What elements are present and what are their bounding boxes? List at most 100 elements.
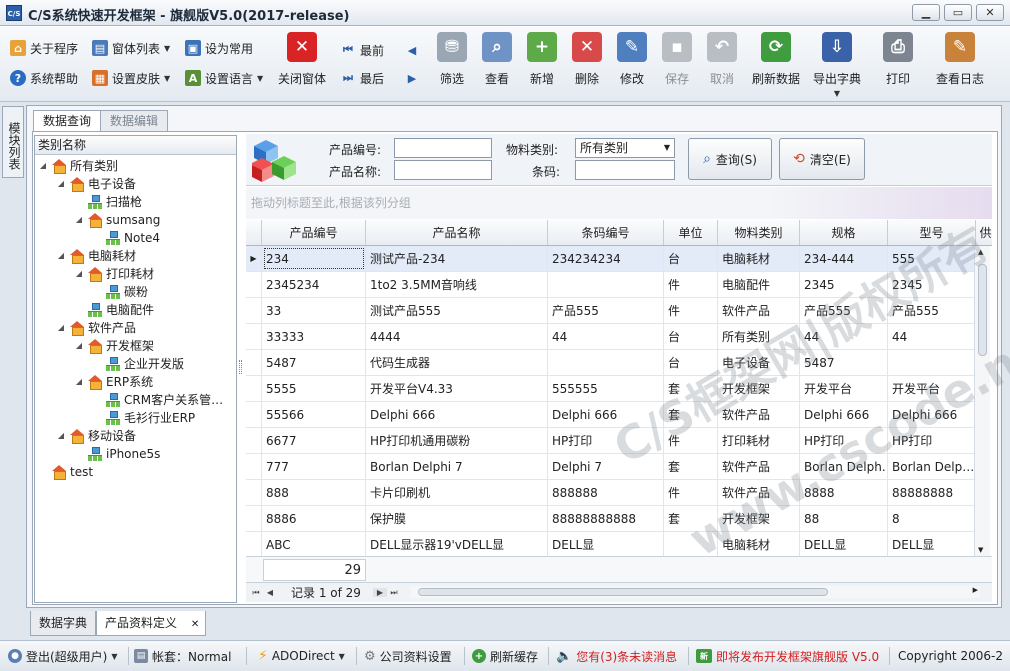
expand-arrow-icon[interactable]: ◢: [56, 319, 66, 337]
table-cell[interactable]: Borlan Delph…: [800, 454, 888, 479]
table-cell[interactable]: 开发平台V4.33: [366, 376, 548, 401]
tree-node[interactable]: 企业开发版: [92, 355, 184, 373]
skin-button[interactable]: ▦ 设置皮肤 ▼: [92, 68, 170, 88]
table-cell[interactable]: 软件产品: [718, 298, 800, 323]
about-button[interactable]: ⌂ 关于程序: [10, 38, 78, 58]
table-cell[interactable]: Delphi 666: [888, 402, 976, 427]
tree-node[interactable]: ◢ 软件产品: [56, 319, 136, 337]
tree-node[interactable]: ◢ ERP系统: [74, 373, 153, 391]
maximize-button[interactable]: ▭: [944, 4, 972, 21]
table-cell[interactable]: 件: [664, 272, 718, 297]
tab-data-dictionary[interactable]: 数据字典: [30, 611, 97, 636]
table-cell[interactable]: 234234234: [548, 246, 664, 271]
grid-vertical-scrollbar[interactable]: ▲ ▼: [974, 246, 990, 556]
clear-button[interactable]: ⟲ 清空(E): [779, 138, 865, 180]
table-cell[interactable]: 555: [888, 246, 976, 271]
close-window-button[interactable]: ✕: [976, 4, 1004, 21]
table-cell[interactable]: 5555: [262, 376, 366, 401]
table-cell[interactable]: 电脑配件: [718, 272, 800, 297]
table-cell[interactable]: 套: [664, 454, 718, 479]
table-cell[interactable]: 产品555: [800, 298, 888, 323]
table-cell[interactable]: 软件产品: [718, 454, 800, 479]
table-cell[interactable]: 测试产品-234: [366, 246, 548, 271]
table-cell[interactable]: DELL显示器19'vDELL显: [366, 532, 548, 556]
last-record-button[interactable]: ⏭ 最后: [340, 68, 384, 88]
tree-node[interactable]: Note4: [92, 229, 160, 247]
expand-arrow-icon[interactable]: ◢: [74, 337, 84, 355]
table-cell[interactable]: 888: [262, 480, 366, 505]
table-cell[interactable]: Borlan Delp…: [888, 454, 976, 479]
table-cell[interactable]: 44: [800, 324, 888, 349]
table-cell[interactable]: 保护膜: [366, 506, 548, 531]
tab-close-icon[interactable]: ✕: [191, 619, 199, 630]
view-log-button[interactable]: ✎ 查看日志: [932, 32, 988, 96]
table-cell[interactable]: 产品555: [548, 298, 664, 323]
next-record-button[interactable]: ▶: [404, 68, 420, 88]
nav-next-icon[interactable]: ▶: [373, 588, 387, 597]
table-cell[interactable]: 件: [664, 298, 718, 323]
table-cell[interactable]: 台: [664, 350, 718, 375]
table-cell[interactable]: 8886: [262, 506, 366, 531]
table-row[interactable]: 33333 4444 44 台所有类别 44 44: [246, 324, 976, 350]
expand-arrow-icon[interactable]: ◢: [74, 265, 84, 283]
close-form-button[interactable]: ✕ 关闭窗体: [276, 32, 328, 96]
print-button[interactable]: ⎙ 打印: [872, 32, 924, 96]
table-cell[interactable]: [888, 350, 976, 375]
expand-arrow-icon[interactable]: ◢: [56, 175, 66, 193]
product-name-input[interactable]: [394, 160, 492, 180]
nav-first-icon[interactable]: ⏮: [249, 588, 263, 598]
tree-node[interactable]: ◢ sumsang: [74, 211, 160, 229]
table-cell[interactable]: 4444: [366, 324, 548, 349]
table-cell[interactable]: 电脑耗材: [718, 532, 800, 556]
table-cell[interactable]: HP打印: [548, 428, 664, 453]
table-cell[interactable]: 开发平台: [800, 376, 888, 401]
table-cell[interactable]: 44: [548, 324, 664, 349]
table-cell[interactable]: 88888888888: [548, 506, 664, 531]
table-cell[interactable]: 电脑耗材: [718, 246, 800, 271]
table-cell[interactable]: Delphi 666: [548, 402, 664, 427]
table-cell[interactable]: 8: [888, 506, 976, 531]
table-cell[interactable]: 套: [664, 506, 718, 531]
export-button[interactable]: ⇩ 导出字典 ▼: [808, 32, 866, 98]
refresh-button[interactable]: ⟳ 刷新数据: [748, 32, 804, 96]
table-cell[interactable]: 电子设备: [718, 350, 800, 375]
table-cell[interactable]: DELL显: [548, 532, 664, 556]
hscroll-thumb[interactable]: [418, 588, 828, 596]
query-button[interactable]: ⌕ 查询(S): [688, 138, 772, 180]
column-header[interactable]: 规格: [800, 220, 888, 245]
table-cell[interactable]: 5487: [800, 350, 888, 375]
table-cell[interactable]: 卡片印刷机: [366, 480, 548, 505]
barcode-input[interactable]: [575, 160, 675, 180]
table-row[interactable]: ▶ 234 测试产品-234 234234234 台电脑耗材 234-444 555: [246, 246, 976, 272]
tree-node[interactable]: ◢ 电脑耗材: [56, 247, 136, 265]
table-cell[interactable]: [548, 350, 664, 375]
table-cell[interactable]: 888888: [548, 480, 664, 505]
table-cell[interactable]: 44: [888, 324, 976, 349]
table-row[interactable]: 5487 代码生成器台电子设备 5487: [246, 350, 976, 376]
table-cell[interactable]: HP打印: [800, 428, 888, 453]
table-row[interactable]: 55566 Delphi 666 Delphi 666 套软件产品 Delphi 666…: [246, 402, 976, 428]
table-cell[interactable]: 开发平台: [888, 376, 976, 401]
table-cell[interactable]: 打印耗材: [718, 428, 800, 453]
language-button[interactable]: A 设置语言 ▼: [185, 68, 263, 88]
column-header[interactable]: 供: [976, 220, 992, 245]
tree-node[interactable]: 扫描枪: [74, 193, 142, 211]
table-cell[interactable]: [664, 532, 718, 556]
expand-arrow-icon[interactable]: ◢: [74, 373, 84, 391]
nav-last-icon[interactable]: ⏭: [387, 588, 401, 598]
tab-data-query[interactable]: 数据查询: [33, 110, 102, 132]
table-cell[interactable]: Delphi 7: [548, 454, 664, 479]
tree-node[interactable]: ◢ 打印耗材: [74, 265, 154, 283]
column-header[interactable]: 型号: [888, 220, 976, 245]
table-cell[interactable]: 所有类别: [718, 324, 800, 349]
table-cell[interactable]: 777: [262, 454, 366, 479]
column-header[interactable]: 条码编号: [548, 220, 664, 245]
tree-node[interactable]: test: [38, 463, 93, 481]
expand-arrow-icon[interactable]: ◢: [56, 247, 66, 265]
table-cell[interactable]: 1to2 3.5MM音响线: [366, 272, 548, 297]
table-cell[interactable]: Borlan Delphi 7: [366, 454, 548, 479]
table-cell[interactable]: DELL显: [800, 532, 888, 556]
table-cell[interactable]: Delphi 666: [800, 402, 888, 427]
table-cell[interactable]: 2345: [800, 272, 888, 297]
group-by-panel[interactable]: 拖动列标题至此,根据该列分组: [246, 187, 992, 219]
